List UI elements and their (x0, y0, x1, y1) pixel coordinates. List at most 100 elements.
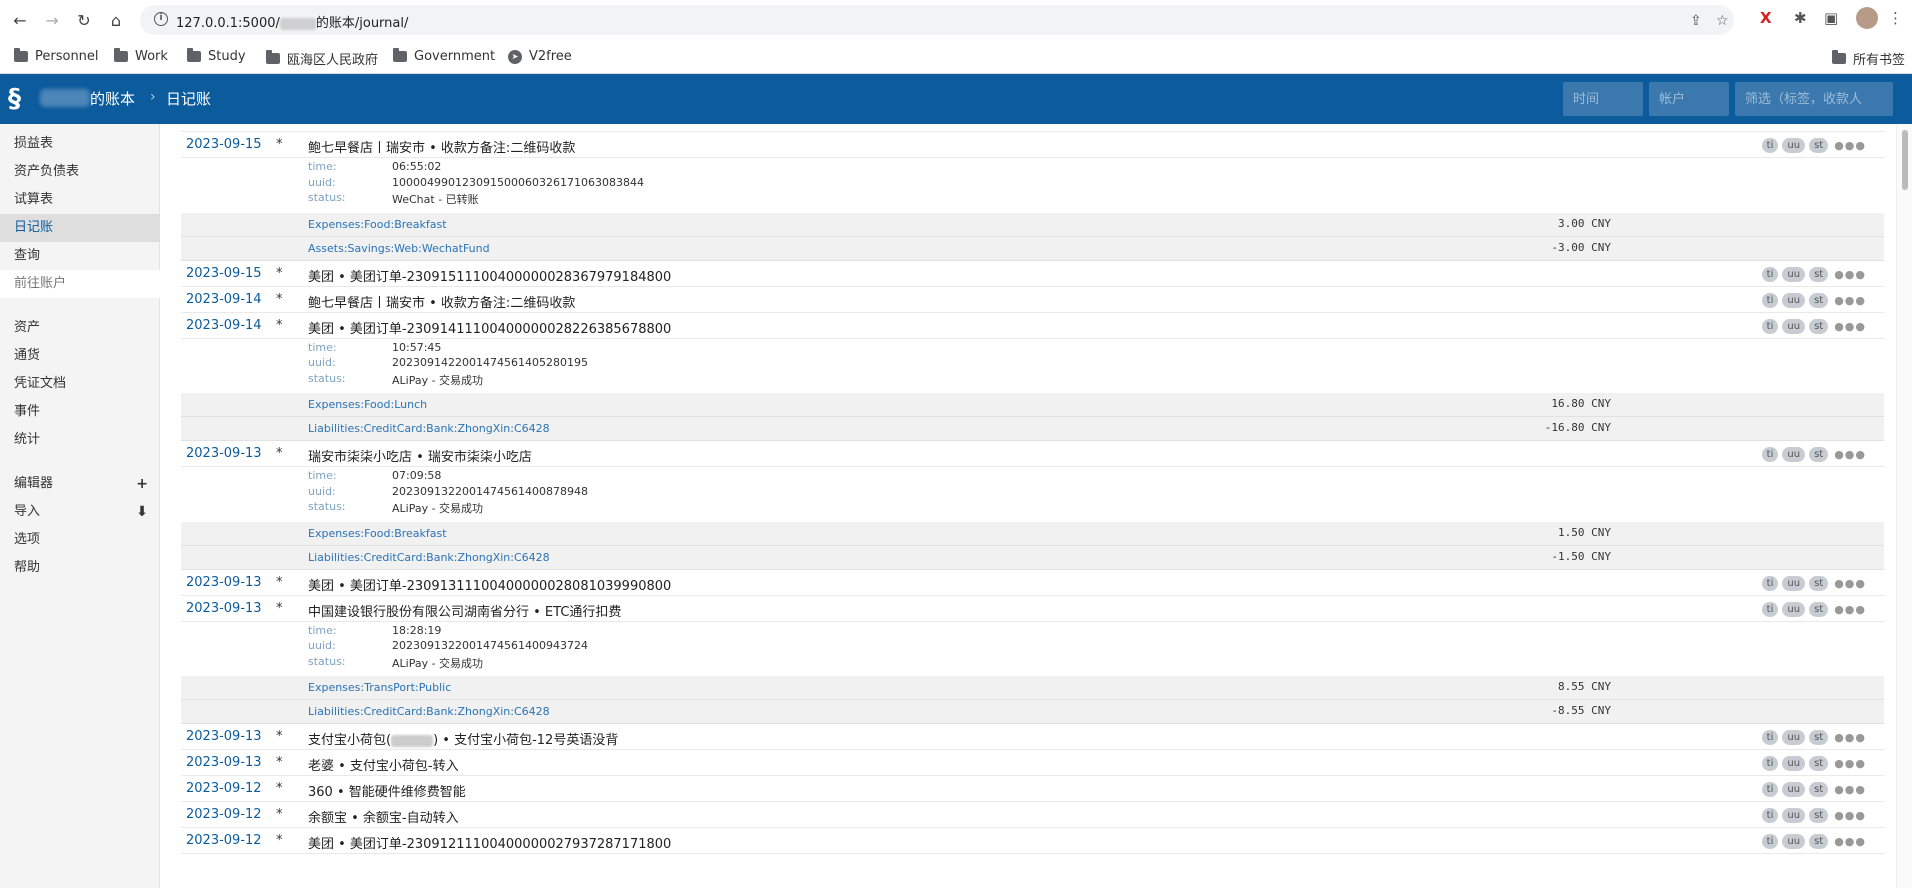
bookmark-ouhai[interactable]: 瓯海区人民政府 (266, 49, 378, 68)
entry-narration[interactable]: 支付宝小荷包() • 支付宝小荷包-12号英语没背 (308, 729, 618, 748)
entry-narration[interactable]: 美团 • 美团订单-230912111004000000279372871718… (308, 833, 671, 852)
metadata-toggle-uu[interactable]: uu (1782, 266, 1806, 282)
entry-flag[interactable]: * (276, 575, 283, 590)
entry-narration[interactable]: 余额宝 • 余额宝-自动转入 (308, 807, 459, 826)
extensions-puzzle-icon[interactable]: ✱ (1794, 9, 1807, 27)
ledger-title[interactable]: 的账本 (90, 88, 135, 109)
share-icon[interactable]: ⇪ (1690, 13, 1702, 29)
entry-date-link[interactable]: 2023-09-13 (186, 729, 262, 744)
entry-flag[interactable]: * (276, 807, 283, 822)
bookmark-v2free[interactable]: ➤ V2free (508, 49, 572, 64)
journal-entry-row[interactable]: 2023-09-12 * 余额宝 • 余额宝-自动转入 ti uu st ●●● (181, 802, 1884, 828)
bookmark-government[interactable]: Government (393, 48, 495, 64)
forward-icon[interactable]: → (40, 8, 64, 32)
more-dots-icon[interactable]: ●●● (1834, 448, 1866, 461)
entry-narration[interactable]: 老婆 • 支付宝小荷包-转入 (308, 755, 459, 774)
more-dots-icon[interactable]: ●●● (1834, 809, 1866, 822)
download-icon[interactable]: ⬇ (136, 498, 148, 526)
entry-date-link[interactable]: 2023-09-13 (186, 446, 262, 461)
metadata-toggle-st[interactable]: st (1809, 447, 1829, 462)
metadata-toggle-uu[interactable]: uu (1782, 834, 1806, 849)
metadata-toggle-st[interactable]: st (1809, 575, 1829, 591)
entry-narration[interactable]: 中国建设银行股份有限公司湖南省分行 • ETC通行扣费 (308, 601, 621, 620)
metadata-toggle-ti[interactable]: ti (1761, 318, 1779, 334)
back-icon[interactable]: ← (8, 8, 32, 32)
posting-account-link[interactable]: Expenses:Food:Breakfast (308, 527, 447, 540)
scrollbar-thumb[interactable] (1902, 130, 1908, 190)
metadata-toggle-uu[interactable]: uu (1782, 575, 1806, 591)
entry-flag[interactable]: * (276, 755, 283, 770)
reload-icon[interactable]: ↻ (72, 8, 96, 32)
sidebar-item-events[interactable]: 事件 (0, 398, 160, 426)
sidebar-item-balance-sheet[interactable]: 资产负债表 (0, 158, 160, 186)
journal-entry-row[interactable]: 2023-09-12 * 美团 • 美团订单-2309121110040000002… (181, 828, 1884, 854)
menu-kebab-icon[interactable]: ⋮ (1888, 9, 1903, 27)
journal-entry-row[interactable]: 2023-09-13 * 支付宝小荷包() • 支付宝小荷包-12号英语没背 ti uu… (181, 724, 1884, 750)
journal-entry-row[interactable]: 2023-09-12 * 360 • 智能硬件维修费智能 ti uu st ●●● (181, 776, 1884, 802)
entry-narration[interactable]: 美团 • 美团订单-230915111004000000283679791848… (308, 266, 671, 285)
metadata-toggle-uu[interactable]: uu (1782, 601, 1806, 617)
sidebar-item-documents[interactable]: 凭证文档 (0, 370, 160, 398)
more-dots-icon[interactable]: ●●● (1834, 783, 1866, 796)
home-icon[interactable]: ⌂ (104, 8, 128, 32)
entry-narration[interactable]: 鲍七早餐店丨瑞安市 • 收款方备注:二维码收款 (308, 292, 575, 311)
more-dots-icon[interactable]: ●●● (1834, 577, 1866, 590)
journal-entry-row[interactable]: 2023-09-14 * 鲍七早餐店丨瑞安市 • 收款方备注:二维码收款 ti uu st… (181, 287, 1884, 313)
metadata-toggle-ti[interactable]: ti (1761, 575, 1779, 591)
metadata-toggle-ti[interactable]: ti (1761, 266, 1779, 282)
entry-flag[interactable]: * (276, 292, 283, 307)
posting-account-link[interactable]: Assets:Savings:Web:WechatFund (308, 242, 490, 255)
entry-flag[interactable]: * (276, 833, 283, 848)
sidebar-item-options[interactable]: 选项 (0, 526, 160, 554)
entry-date-link[interactable]: 2023-09-12 (186, 781, 262, 796)
entry-flag[interactable]: * (276, 446, 283, 461)
entry-date-link[interactable]: 2023-09-13 (186, 755, 262, 770)
time-filter-input[interactable] (1563, 82, 1643, 116)
more-dots-icon[interactable]: ●●● (1834, 320, 1866, 333)
sidebar-item-import[interactable]: 导入 ⬇ (0, 498, 160, 526)
sidebar-item-journal[interactable]: 日记账 (0, 214, 160, 242)
entry-narration[interactable]: 鲍七早餐店丨瑞安市 • 收款方备注:二维码收款 (308, 137, 575, 156)
metadata-toggle-uu[interactable]: uu (1782, 756, 1806, 771)
more-dots-icon[interactable]: ●●● (1834, 603, 1866, 616)
side-panel-icon[interactable]: ▣ (1824, 9, 1838, 27)
journal-entry-row[interactable]: 2023-09-14 * 美团 • 美团订单-2309141110040000002… (181, 313, 1884, 339)
metadata-toggle-ti[interactable]: ti (1761, 292, 1779, 308)
entry-date-link[interactable]: 2023-09-15 (186, 266, 262, 281)
metadata-toggle-st[interactable]: st (1809, 292, 1829, 308)
more-dots-icon[interactable]: ●●● (1834, 139, 1866, 152)
account-filter-input[interactable] (1649, 82, 1729, 116)
posting-account-link[interactable]: Expenses:Food:Breakfast (308, 218, 447, 231)
metadata-toggle-uu[interactable]: uu (1782, 782, 1806, 797)
entry-date-link[interactable]: 2023-09-15 (186, 137, 262, 152)
metadata-toggle-ti[interactable]: ti (1761, 756, 1779, 771)
entry-date-link[interactable]: 2023-09-12 (186, 807, 262, 822)
entry-narration[interactable]: 瑞安市柒柒小吃店 • 瑞安市柒柒小吃店 (308, 446, 532, 465)
sidebar-item-statistics[interactable]: 统计 (0, 426, 160, 454)
metadata-toggle-uu[interactable]: uu (1782, 808, 1806, 823)
journal-entry-row[interactable]: 2023-09-13 * 老婆 • 支付宝小荷包-转入 ti uu st ●●● (181, 750, 1884, 776)
more-dots-icon[interactable]: ●●● (1834, 757, 1866, 770)
sidebar-item-income-statement[interactable]: 损益表 (0, 130, 160, 158)
address-bar[interactable]: i 127.0.0.1:5000/的账本/journal/ ⇪ ☆ (140, 5, 1734, 35)
sidebar-item-editor[interactable]: 编辑器 + (0, 470, 160, 498)
entry-flag[interactable]: * (276, 729, 283, 744)
entry-date-link[interactable]: 2023-09-14 (186, 318, 262, 333)
metadata-toggle-st[interactable]: st (1809, 730, 1829, 745)
metadata-toggle-st[interactable]: st (1809, 782, 1829, 797)
entry-date-link[interactable]: 2023-09-13 (186, 601, 262, 616)
metadata-toggle-st[interactable]: st (1809, 318, 1829, 334)
entry-flag[interactable]: * (276, 318, 283, 333)
metadata-toggle-st[interactable]: st (1809, 266, 1829, 282)
journal-entry-row[interactable]: 2023-09-13 * 瑞安市柒柒小吃店 • 瑞安市柒柒小吃店 ti uu st ●●● (181, 441, 1884, 467)
scrollbar-track[interactable] (1896, 124, 1912, 888)
journal-entry-row[interactable]: 2023-09-15 * 鲍七早餐店丨瑞安市 • 收款方备注:二维码收款 ti uu st… (181, 132, 1884, 158)
entry-date-link[interactable]: 2023-09-13 (186, 575, 262, 590)
journal-entry-row[interactable]: 2023-09-13 * 美团 • 美团订单-2309131110040000002… (181, 570, 1884, 596)
metadata-toggle-ti[interactable]: ti (1761, 601, 1779, 617)
sidebar-item-query[interactable]: 查询 (0, 242, 160, 270)
bookmark-all[interactable]: 所有书签 (1832, 49, 1905, 68)
metadata-toggle-st[interactable]: st (1809, 808, 1829, 823)
journal-entry-row[interactable]: 2023-09-13 * 中国建设银行股份有限公司湖南省分行 • ETC通行扣费 ti… (181, 596, 1884, 622)
tag-filter-input[interactable] (1735, 82, 1893, 116)
